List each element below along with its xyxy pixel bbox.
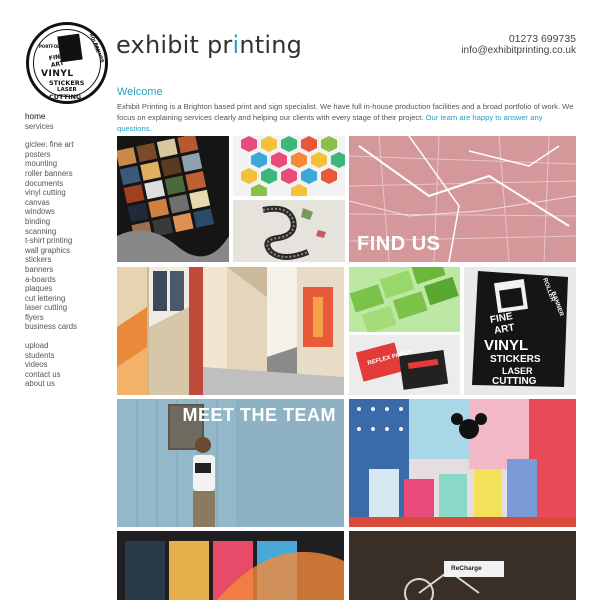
nav-item-videos[interactable]: videos	[25, 360, 77, 370]
sidebar-nav: home services giclee: fine art posters m…	[25, 112, 77, 389]
nav-item[interactable]: wall graphics	[25, 246, 77, 256]
brand-part-2: nting	[239, 31, 303, 59]
tile-photo-prints[interactable]	[117, 136, 229, 262]
tile-geometric-interior[interactable]	[117, 267, 344, 395]
nav-item-about-us[interactable]: about us	[25, 379, 77, 389]
nav-item[interactable]: giclee: fine art	[25, 140, 77, 150]
nav-item[interactable]: scanning	[25, 227, 77, 237]
bike-text: ReCharge	[451, 565, 482, 572]
phone-number: 01273 699735	[508, 33, 576, 45]
packaging-image	[349, 335, 460, 395]
nav-item[interactable]: banners	[25, 265, 77, 275]
nav-item[interactable]: t-shirt printing	[25, 236, 77, 246]
interior-image	[117, 267, 344, 395]
nav-item-services[interactable]: services	[25, 122, 77, 132]
nav-gap	[25, 332, 77, 341]
nav-item[interactable]: documents	[25, 179, 77, 189]
logo[interactable]: PORTFOLIO FINE ART ROLLER BANNER VINYL S…	[26, 22, 108, 104]
nav-item[interactable]: plaques	[25, 284, 77, 294]
nav-item[interactable]: a-boards	[25, 275, 77, 285]
tile-bike[interactable]: ReCharge	[349, 531, 576, 600]
welcome-heading: Welcome	[117, 86, 163, 98]
storefront-image	[117, 531, 344, 600]
display-room-image	[349, 399, 576, 527]
nav-item[interactable]: binding	[25, 217, 77, 227]
nav-item-students[interactable]: students	[25, 351, 77, 361]
tile-packaging[interactable]: REFLEX PARCH	[349, 335, 460, 395]
nav-item[interactable]: windows	[25, 207, 77, 217]
nav-item[interactable]: stickers	[25, 255, 77, 265]
logo-word-stickers: STICKERS	[49, 79, 85, 87]
email-link[interactable]: info@exhibitprinting.co.uk	[461, 45, 576, 57]
nav-item[interactable]: laser cutting	[25, 303, 77, 313]
business-cards-image	[349, 267, 460, 332]
nav-item[interactable]: canvas	[25, 198, 77, 208]
tile-hexagon-print[interactable]	[233, 136, 345, 196]
hexagon-print-image	[233, 136, 345, 196]
intro-text: Exhibit Printing is a Brighton based pri…	[117, 101, 579, 134]
tile-stickers[interactable]: ROLLER BANNER FINE ART VINYL STICKERS LA…	[464, 267, 576, 395]
tile-find-us[interactable]: FIND US	[349, 136, 576, 262]
nav-item-home[interactable]: home	[25, 112, 77, 122]
sticker-word-laser: LASER	[502, 366, 533, 376]
logo-word-vinyl: VINYL	[41, 69, 74, 79]
nav-item[interactable]: cut lettering	[25, 294, 77, 304]
photo-prints-image	[117, 136, 229, 262]
snake-print-image	[233, 200, 345, 262]
tile-meet-the-team[interactable]: MEET THE TEAM	[117, 399, 344, 527]
nav-item[interactable]: roller banners	[25, 169, 77, 179]
sticker-word-stickers: STICKERS	[490, 354, 541, 365]
nav-item-contact-us[interactable]: contact us	[25, 370, 77, 380]
tile-business-cards[interactable]	[349, 267, 460, 332]
sticker-word-vinyl: VINYL	[484, 337, 529, 354]
meet-team-label: MEET THE TEAM	[182, 405, 336, 425]
logo-word-portfolio: PORTFOLIO	[39, 44, 65, 49]
nav-item[interactable]: posters	[25, 150, 77, 160]
brand-part-1: exhibit pr	[116, 31, 233, 59]
find-us-label: FIND US	[357, 233, 441, 255]
nav-item-upload[interactable]: upload	[25, 341, 77, 351]
nav-item[interactable]: business cards	[25, 322, 77, 332]
sticker-word-cutting: CUTTING	[492, 376, 537, 387]
nav-item[interactable]: flyers	[25, 313, 77, 323]
nav-gap	[25, 131, 77, 140]
tile-snake-print[interactable]	[233, 200, 345, 262]
nav-item[interactable]: mounting	[25, 159, 77, 169]
tile-display-room[interactable]	[349, 399, 576, 527]
contact-block: 01273 699735 info@exhibitprinting.co.uk	[461, 33, 576, 57]
nav-item[interactable]: vinyl cutting	[25, 188, 77, 198]
logo-word-cutting: CUTTING	[49, 93, 82, 101]
tile-storefront[interactable]	[117, 531, 344, 600]
brand-title[interactable]: exhibit printing	[116, 31, 302, 59]
